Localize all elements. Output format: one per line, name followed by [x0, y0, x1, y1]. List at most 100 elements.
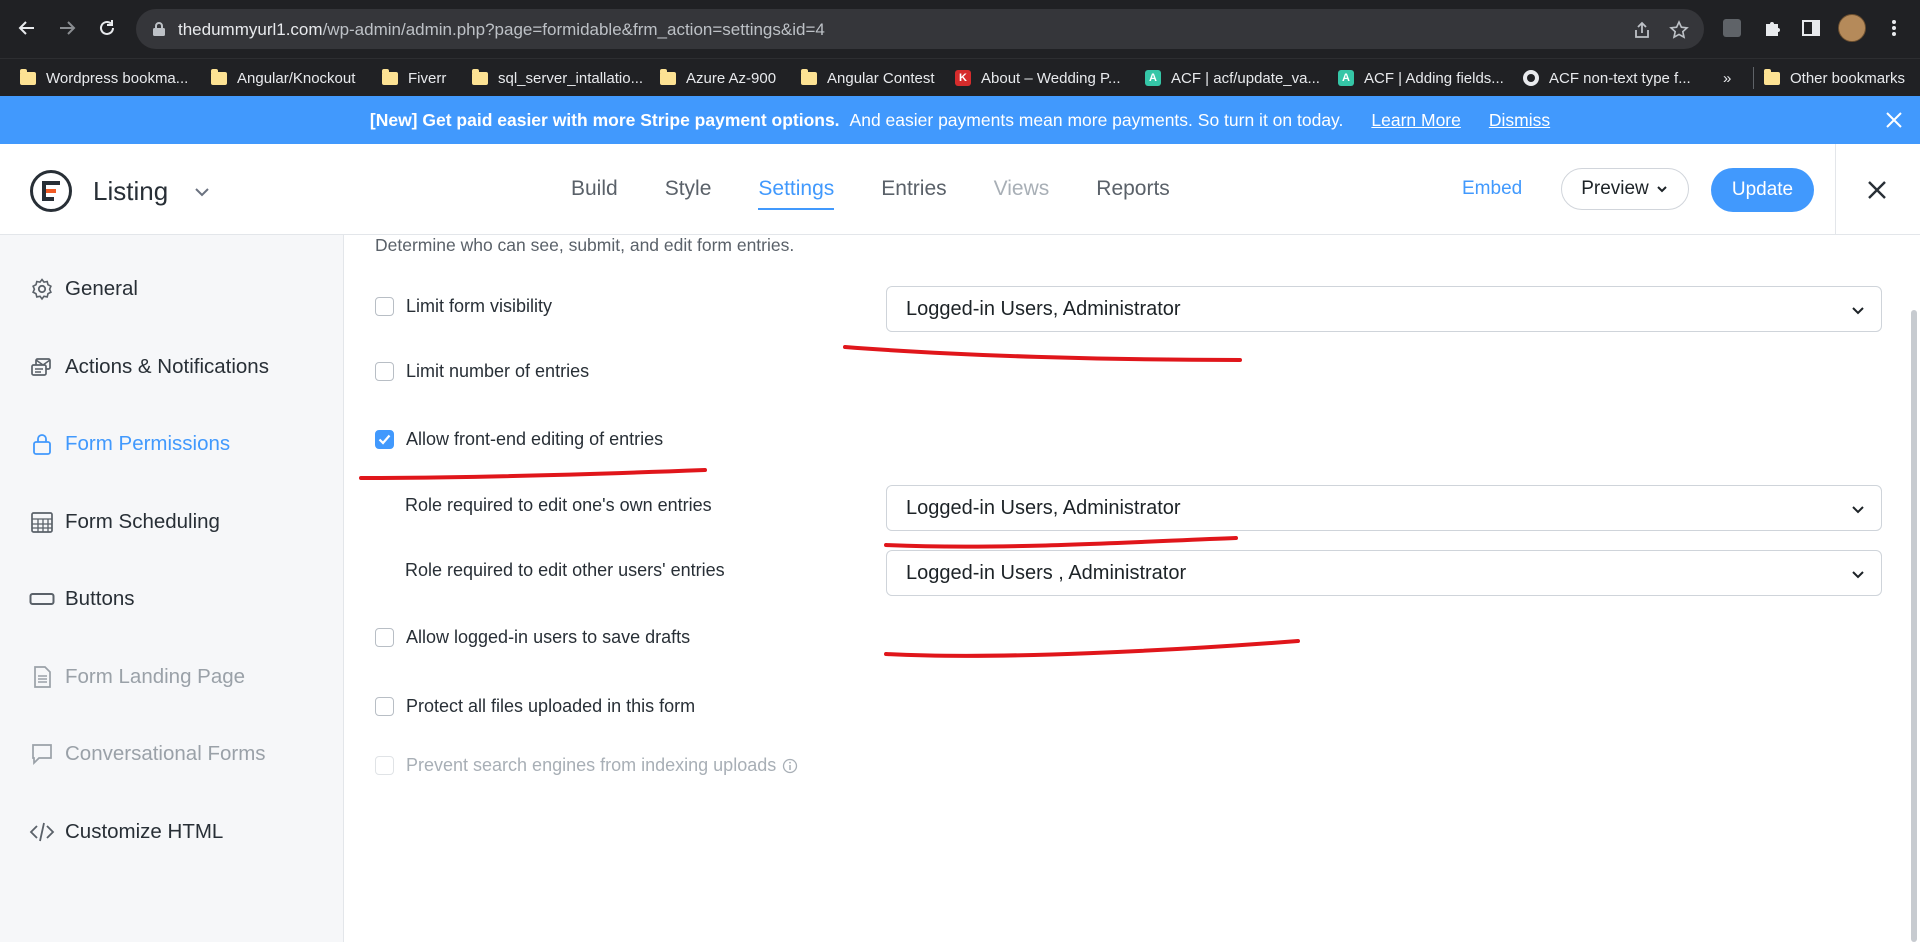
tab-entries[interactable]: Entries	[881, 144, 946, 234]
edit-own-roles-select[interactable]: Logged-in Users, Administrator	[886, 485, 1882, 531]
bookmark-item[interactable]: Azure Az-900	[660, 59, 776, 97]
embed-button[interactable]: Embed	[1462, 178, 1522, 200]
tab-style[interactable]: Style	[665, 144, 712, 234]
bookmark-item[interactable]: ACF non-text type f...	[1523, 59, 1691, 97]
protect-files-checkbox[interactable]	[375, 697, 394, 716]
protect-files-option[interactable]: Protect all files uploaded in this form	[375, 696, 695, 717]
sidebar-item-label: Customize HTML	[65, 820, 224, 843]
limit-visibility-option[interactable]: Limit form visibility	[375, 296, 552, 317]
bookmark-item[interactable]: Angular/Knockout	[211, 59, 355, 97]
avatar[interactable]	[1838, 14, 1866, 42]
annotation-underline	[843, 345, 1242, 362]
settings-sidebar: General Actions & Notifications Form Per…	[0, 235, 344, 942]
bookmarks-overflow-button[interactable]: »	[1723, 59, 1731, 97]
folder-icon	[472, 68, 488, 85]
edit-others-roles-select[interactable]: Logged-in Users , Administrator	[886, 550, 1882, 596]
limit-entries-checkbox[interactable]	[375, 362, 394, 381]
arrow-left-icon	[18, 21, 34, 35]
tab-reports[interactable]: Reports	[1096, 144, 1170, 234]
limit-visibility-checkbox[interactable]	[375, 297, 394, 316]
section-description: Determine who can see, submit, and edit …	[375, 235, 795, 255]
sidebar-item-general[interactable]: General	[29, 276, 138, 302]
url-text: thedummyurl1.com/wp-admin/admin.php?page…	[178, 20, 825, 39]
chevron-down-icon	[1852, 307, 1864, 315]
browser-toolbar: thedummyurl1.com/wp-admin/admin.php?page…	[0, 0, 1920, 58]
side-panel-icon[interactable]	[1797, 14, 1825, 42]
prevent-indexing-label: Prevent search engines from indexing upl…	[406, 755, 777, 775]
share-icon[interactable]	[1631, 19, 1653, 41]
close-icon[interactable]	[1864, 177, 1890, 203]
reload-icon	[100, 20, 114, 35]
close-icon[interactable]	[1882, 108, 1906, 132]
sidebar-item-label: General	[65, 277, 138, 300]
visibility-roles-value: Logged-in Users, Administrator	[906, 298, 1181, 320]
frontend-editing-option[interactable]: Allow front-end editing of entries	[375, 429, 663, 450]
chevron-down-icon	[1852, 571, 1864, 579]
preview-button[interactable]: Preview	[1561, 168, 1689, 210]
chevron-down-icon[interactable]	[192, 182, 212, 202]
frontend-editing-label: Allow front-end editing of entries	[406, 429, 664, 449]
visibility-roles-select[interactable]: Logged-in Users, Administrator	[886, 286, 1882, 332]
chevron-down-icon	[1852, 506, 1864, 514]
folder-icon	[20, 68, 36, 85]
lock-icon	[153, 22, 165, 36]
tab-build[interactable]: Build	[571, 144, 618, 234]
save-drafts-option[interactable]: Allow logged-in users to save drafts	[375, 627, 690, 648]
address-bar[interactable]: thedummyurl1.com/wp-admin/admin.php?page…	[136, 9, 1704, 49]
arrow-right-icon	[60, 21, 76, 35]
bookmark-item[interactable]: Wordpress bookma...	[20, 59, 188, 97]
frontend-editing-checkbox[interactable]	[375, 430, 394, 449]
bookmark-item[interactable]: K About – Wedding P...	[955, 59, 1121, 97]
chat-icon	[29, 741, 55, 767]
bookmark-item[interactable]: sql_server_intallatio...	[472, 59, 643, 97]
menu-icon[interactable]	[1880, 14, 1908, 42]
update-button[interactable]: Update	[1711, 168, 1814, 212]
sidebar-item-conversational-forms[interactable]: Conversational Forms	[29, 741, 266, 767]
bookmark-item-other[interactable]: Other bookmarks	[1753, 67, 1905, 89]
limit-entries-option[interactable]: Limit number of entries	[375, 361, 589, 382]
puzzle-icon[interactable]	[1758, 14, 1786, 42]
protect-files-label: Protect all files uploaded in this form	[406, 696, 696, 716]
acf-icon: A	[1338, 70, 1354, 86]
wedding-site-icon: K	[955, 70, 971, 86]
code-icon	[29, 819, 55, 845]
folder-icon	[382, 68, 398, 85]
bookmark-item[interactable]: A ACF | Adding fields...	[1338, 59, 1504, 97]
folder-icon	[1764, 68, 1780, 85]
gear-icon	[29, 276, 55, 302]
annotation-underline	[884, 536, 1238, 549]
back-button[interactable]	[13, 14, 41, 42]
star-icon[interactable]	[1668, 19, 1690, 41]
extension-icon[interactable]	[1718, 14, 1746, 42]
sidebar-item-form-landing-page[interactable]: Form Landing Page	[29, 664, 245, 690]
sidebar-item-buttons[interactable]: Buttons	[29, 586, 135, 612]
sidebar-item-form-scheduling[interactable]: Form Scheduling	[29, 509, 220, 535]
forward-button[interactable]	[53, 14, 81, 42]
sidebar-item-label: Form Landing Page	[65, 665, 246, 688]
sidebar-item-customize-html[interactable]: Customize HTML	[29, 819, 223, 845]
edit-others-roles-value: Logged-in Users , Administrator	[906, 562, 1187, 584]
preview-label: Preview	[1581, 178, 1649, 199]
edit-own-roles-value: Logged-in Users, Administrator	[906, 497, 1181, 519]
form-title[interactable]: Listing	[93, 176, 168, 207]
bookmark-item[interactable]: Fiverr	[382, 59, 446, 97]
form-tabs: Build Style Settings Entries Views Repor…	[571, 144, 1217, 234]
tab-views[interactable]: Views	[994, 144, 1050, 234]
info-icon[interactable]	[782, 758, 798, 774]
sidebar-item-actions-notifications[interactable]: Actions & Notifications	[29, 354, 269, 380]
learn-more-link[interactable]: Learn More	[1371, 110, 1461, 131]
dismiss-link[interactable]: Dismiss	[1489, 110, 1550, 131]
notice-headline: [New] Get paid easier with more Stripe p…	[369, 109, 840, 130]
tab-settings[interactable]: Settings	[758, 144, 834, 234]
formidable-logo-icon[interactable]	[29, 169, 73, 213]
sidebar-item-form-permissions[interactable]: Form Permissions	[29, 431, 230, 457]
reload-button[interactable]	[93, 14, 121, 42]
scrollbar[interactable]	[1911, 310, 1917, 942]
sidebar-item-label: Form Scheduling	[65, 510, 220, 533]
github-icon	[1523, 70, 1539, 86]
edit-others-entries-label: Role required to edit other users' entri…	[405, 560, 725, 580]
prevent-indexing-checkbox	[375, 756, 394, 775]
bookmark-item[interactable]: Angular Contest	[801, 59, 935, 97]
bookmark-item[interactable]: A ACF | acf/update_va...	[1145, 59, 1320, 97]
save-drafts-checkbox[interactable]	[375, 628, 394, 647]
